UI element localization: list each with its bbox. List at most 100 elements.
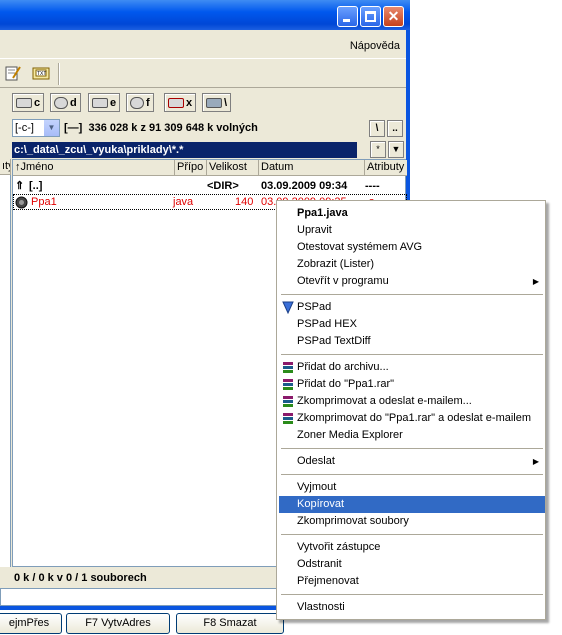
menu-item-pspad-textdiff[interactable]: PSPad TextDiff [279,333,545,350]
submenu-arrow-icon: ▶ [532,457,539,466]
menu-item-rename[interactable]: Přejmenovat [279,573,545,590]
free-space-text: [—] 336 028 k z 91 309 648 k volných [64,122,258,134]
f8-delete-button[interactable]: F8 Smazat [176,613,284,634]
parent-dir-button[interactable]: .. [387,120,403,137]
menu-item-label: Odeslat [297,455,335,467]
winrar-icon [283,362,293,373]
f7-mkdir-button[interactable]: F7 VytvAdres [66,613,170,634]
network-icon [206,97,222,108]
close-button[interactable]: ✕ [383,6,404,27]
menu-item-copy[interactable]: Kopírovat [279,496,545,513]
title-bar[interactable]: ✕ [0,0,410,30]
menu-item-label: PSPad [297,301,332,313]
hard-drive-icon [16,97,32,108]
maximize-icon [365,11,376,22]
column-name[interactable]: ↑Jméno [13,160,175,176]
maximize-button[interactable] [360,6,381,27]
menu-item-pspad[interactable]: PSPad [279,299,545,316]
column-attr[interactable]: Atributy [365,160,407,176]
history-dropdown-button[interactable]: ▼ [388,141,404,158]
root-marker[interactable]: [—] [64,122,82,134]
menu-item-compress-files[interactable]: Zkomprimovat soubory [279,513,545,530]
up-dir-icon: ⇑ [15,180,25,192]
edit-notepad-icon[interactable] [4,65,22,81]
file-row[interactable]: ⇑ [..] <DIR> 03.09.2009 09:34 ---- [13,178,407,194]
svg-text:TXT: TXT [37,71,46,77]
menu-item-add-rar[interactable]: Přidat do "Ppa1.rar" [279,376,545,393]
drive-button-f[interactable]: f [126,93,154,112]
root-dir-button[interactable]: \ [369,120,385,137]
close-icon: ✕ [387,8,400,24]
menu-item-compress-rar-email[interactable]: Zkomprimovat do "Ppa1.rar" a odeslat e-m… [279,410,545,427]
left-panel-edge[interactable]: ıty [0,159,11,567]
menu-item-upravit[interactable]: Upravit [279,222,545,239]
chevron-down-icon[interactable]: ▼ [44,120,59,136]
menu-item-label: Přidat do archivu... [297,361,389,373]
view-lister-icon[interactable]: TXT [32,65,50,81]
pspad-icon [282,301,294,314]
file-size: 140 [235,196,254,208]
hard-drive-icon [92,97,108,108]
minimize-button[interactable] [337,6,358,27]
winrar-icon [283,413,293,424]
menu-item-filename[interactable]: Ppa1.java [279,205,545,222]
drive-bar: c d e f x \ [0,90,406,116]
menu-item-label: Zkomprimovat do "Ppa1.rar" a odeslat e-m… [297,412,532,424]
drive-letter: c [34,96,41,109]
drive-letter: d [70,96,77,109]
menu-item-cut[interactable]: Vyjmout [279,479,545,496]
cd-drive-icon [130,96,144,109]
column-ext[interactable]: Přípo [175,160,207,176]
cd-drive-icon [54,96,68,109]
drive-button-e[interactable]: e [88,93,121,112]
file-date: 03.09.2009 09:34 [261,180,348,192]
column-header: ↑Jméno Přípo Velikost Datum Atributy [13,160,407,176]
column-date[interactable]: Datum [259,160,365,176]
context-menu: Ppa1.java Upravit Otestovat systémem AVG… [276,200,546,620]
free-space-value: 336 028 k z 91 309 648 k volných [88,122,258,134]
toolbar-separator [58,63,60,85]
menu-item-send-to[interactable]: Odeslat ▶ [279,453,545,470]
drive-button-network[interactable]: \ [202,93,232,112]
drive-button-x[interactable]: x [164,93,197,112]
menu-separator [281,534,543,535]
drive-combo-value: [-c-] [15,122,34,134]
menu-item-pspad-hex[interactable]: PSPad HEX [279,316,545,333]
java-file-icon [15,196,28,209]
left-panel-header[interactable]: ıty [0,159,11,175]
winrar-icon [283,396,293,407]
menu-item-properties[interactable]: Vlastnosti [279,599,545,616]
drive-button-c[interactable]: c [12,93,45,112]
file-ext: java [173,196,194,208]
minimize-icon [343,19,350,22]
menu-separator [281,354,543,355]
drive-button-d[interactable]: d [50,93,81,112]
menu-item-create-shortcut[interactable]: Vytvořit zástupce [279,539,545,556]
menu-separator [281,448,543,449]
file-attr: ---- [365,180,380,192]
drive-letter: x [186,96,193,109]
menu-help[interactable]: Nápověda [350,40,400,52]
menu-separator [281,474,543,475]
menu-item-delete[interactable]: Odstranit [279,556,545,573]
menu-bar: Nápověda [0,30,406,58]
file-name: [..] [29,180,43,192]
drive-info-row: [-c-] ▼ [—] 336 028 k z 91 309 648 k vol… [0,118,406,140]
current-path[interactable]: c:\_data\_zcu\_vyuka\priklady\*.* [12,142,357,158]
submenu-arrow-icon: ▶ [532,277,539,286]
history-star-button[interactable]: * [370,141,386,158]
menu-item-add-archive[interactable]: Přidat do archivu... [279,359,545,376]
menu-separator [281,594,543,595]
menu-item-label: Zkomprimovat a odeslat e-mailem... [297,395,472,407]
menu-item-label: Přidat do "Ppa1.rar" [297,378,395,390]
drive-combo[interactable]: [-c-] ▼ [12,119,60,137]
file-name: Ppa1 [31,196,57,208]
f6-move-button[interactable]: ejmPřes [0,613,62,634]
menu-item-compress-email[interactable]: Zkomprimovat a odeslat e-mailem... [279,393,545,410]
network-drive-icon [168,97,184,108]
column-size[interactable]: Velikost [207,160,259,176]
menu-item-lister[interactable]: Zobrazit (Lister) [279,256,545,273]
menu-item-open-with[interactable]: Otevřít v programu ▶ [279,273,545,290]
menu-item-zoner[interactable]: Zoner Media Explorer [279,427,545,444]
menu-item-avg-scan[interactable]: Otestovat systémem AVG [279,239,545,256]
